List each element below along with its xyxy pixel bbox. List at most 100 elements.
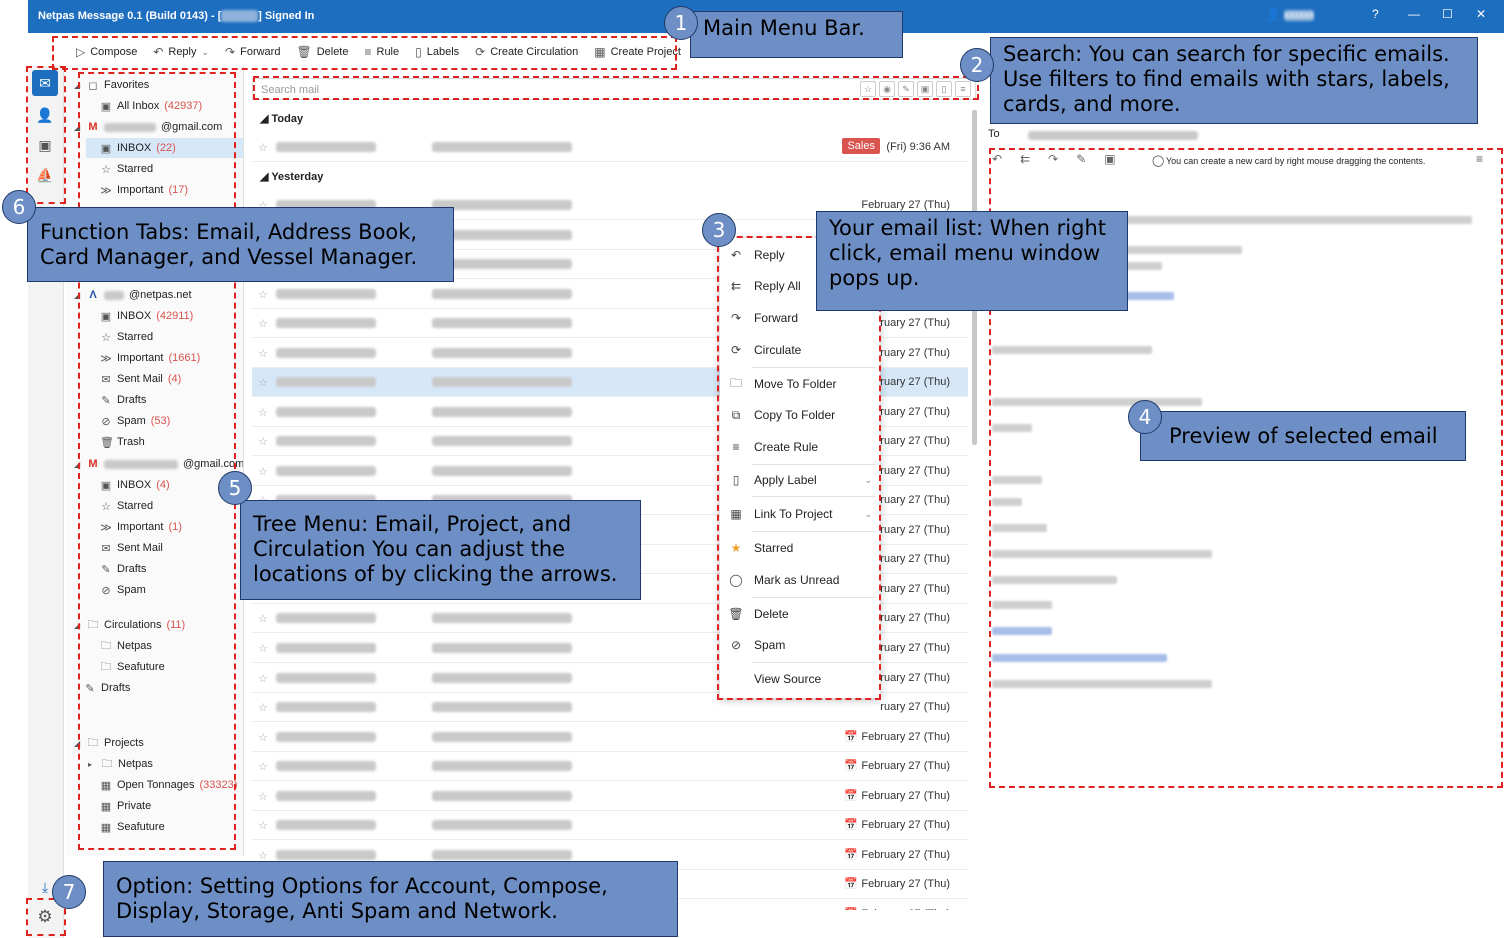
callout-email-list: Your email list: When right click, email… <box>816 211 1128 311</box>
star-icon[interactable]: ☆ <box>258 701 268 714</box>
star-icon[interactable]: ☆ <box>258 642 268 655</box>
callout-main-menu: Main Menu Bar. <box>690 11 903 58</box>
to-address <box>1028 131 1198 140</box>
table-row[interactable]: ☆ 📅February 27 (Thu) <box>252 811 968 840</box>
email-from <box>276 142 376 152</box>
calendar-icon: 📅 <box>844 849 858 861</box>
callout-number: 5 <box>218 471 252 505</box>
email-subject <box>432 673 572 683</box>
star-icon[interactable]: ☆ <box>258 435 268 448</box>
star-icon[interactable]: ☆ <box>258 760 268 773</box>
star-icon[interactable]: ☆ <box>258 790 268 803</box>
email-from <box>276 643 376 653</box>
email-from <box>276 289 376 299</box>
email-subject <box>432 820 572 830</box>
table-row[interactable]: ☆ 📅February 27 (Thu) <box>252 723 968 752</box>
annotation-box-menu <box>52 36 677 70</box>
group-today[interactable]: ◢ Today <box>260 112 303 125</box>
email-from <box>276 820 376 830</box>
email-date: ruary 27 (Thu) <box>880 347 950 359</box>
star-icon[interactable]: ☆ <box>258 465 268 478</box>
email-subject <box>432 142 572 152</box>
callout-text: Main Menu Bar. <box>703 16 865 40</box>
email-date: ruary 27 (Thu) <box>880 642 950 654</box>
email-date: ruary 27 (Thu) <box>880 583 950 595</box>
annotation-box-tabs <box>26 66 66 204</box>
title-app: Netpas Message 0.1 (Build 0143) - [ <box>38 10 222 22</box>
star-icon[interactable]: ☆ <box>258 819 268 832</box>
star-icon[interactable]: ☆ <box>258 612 268 625</box>
email-subject <box>432 348 572 358</box>
email-from <box>276 702 376 712</box>
email-from <box>276 466 376 476</box>
table-row[interactable]: ☆ Sales (Fri) 9:36 AM <box>252 133 968 162</box>
annotation-box-search <box>253 76 979 100</box>
account-icon[interactable]: 👤 <box>1266 7 1281 21</box>
callout-number: 2 <box>960 48 994 82</box>
title-user: xxxxxx <box>221 10 259 22</box>
star-icon[interactable]: ☆ <box>258 406 268 419</box>
callout-text: Search: You can search for specific emai… <box>1003 42 1450 116</box>
callout-search: Search: You can search for specific emai… <box>990 37 1478 124</box>
window-title: Netpas Message 0.1 (Build 0143) - [xxxxx… <box>38 10 314 22</box>
email-subject <box>432 613 572 623</box>
star-icon[interactable]: ☆ <box>258 317 268 330</box>
group-label: Yesterday <box>271 171 324 183</box>
star-icon[interactable]: ☆ <box>258 288 268 301</box>
star-icon[interactable]: ☆ <box>258 731 268 744</box>
email-subject <box>432 702 572 712</box>
email-from <box>276 850 376 860</box>
email-date: February 27 (Thu) <box>861 790 950 802</box>
callout-text: Function Tabs: Email, Address Book, Card… <box>40 220 418 269</box>
table-row[interactable]: ☆ 📅February 27 (Thu) <box>252 752 968 781</box>
email-from <box>276 348 376 358</box>
title-signed: ] Signed In <box>258 10 315 22</box>
callout-text: Preview of selected email <box>1169 424 1438 448</box>
sales-label-badge: Sales <box>842 138 880 154</box>
email-subject <box>432 436 572 446</box>
callout-number: 3 <box>702 213 736 247</box>
email-date: ruary 27 (Thu) <box>880 406 950 418</box>
group-yesterday[interactable]: ◢ Yesterday <box>260 170 323 183</box>
email-date: February 27 (Thu) <box>861 908 950 910</box>
table-row[interactable]: ☆ 📅February 27 (Thu) <box>252 782 968 811</box>
email-date: ruary 27 (Thu) <box>880 465 950 477</box>
email-from <box>276 673 376 683</box>
callout-number: 6 <box>2 190 36 224</box>
star-icon[interactable]: ☆ <box>258 672 268 685</box>
calendar-icon: 📅 <box>844 760 858 772</box>
callout-tree: Tree Menu: Email, Project, and Circulati… <box>240 500 641 600</box>
email-from <box>276 613 376 623</box>
close-button[interactable]: ✕ <box>1476 7 1486 21</box>
email-from <box>276 791 376 801</box>
email-from <box>276 377 376 387</box>
callout-options: Option: Setting Options for Account, Com… <box>103 861 678 937</box>
email-subject <box>432 466 572 476</box>
email-subject <box>432 407 572 417</box>
email-date: ruary 27 (Thu) <box>880 317 950 329</box>
annotation-box-tree <box>78 72 236 850</box>
star-icon[interactable]: ☆ <box>258 376 268 389</box>
callout-preview: Preview of selected email <box>1140 411 1466 461</box>
email-subject <box>432 791 572 801</box>
email-date: ruary 27 (Thu) <box>880 672 950 684</box>
email-from <box>276 407 376 417</box>
help-button[interactable]: ? <box>1372 7 1379 21</box>
callout-text: Tree Menu: Email, Project, and Circulati… <box>253 512 618 586</box>
minimize-button[interactable]: — <box>1408 7 1420 21</box>
email-subject <box>432 643 572 653</box>
maximize-button[interactable]: ☐ <box>1442 7 1453 21</box>
calendar-icon: 📅 <box>844 819 858 831</box>
callout-function-tabs: Function Tabs: Email, Address Book, Card… <box>27 207 454 282</box>
star-icon[interactable]: ☆ <box>258 347 268 360</box>
calendar-icon: 📅 <box>844 907 858 910</box>
callout-number: 1 <box>664 6 698 40</box>
callout-text: Your email list: When right click, email… <box>829 216 1107 290</box>
email-date: (Fri) 9:36 AM <box>886 141 950 153</box>
email-from <box>276 761 376 771</box>
email-date: February 27 (Thu) <box>861 731 950 743</box>
email-date: February 27 (Thu) <box>861 819 950 831</box>
group-label: Today <box>271 113 304 125</box>
star-icon[interactable]: ☆ <box>258 141 268 154</box>
email-date: February 27 (Thu) <box>861 760 950 772</box>
